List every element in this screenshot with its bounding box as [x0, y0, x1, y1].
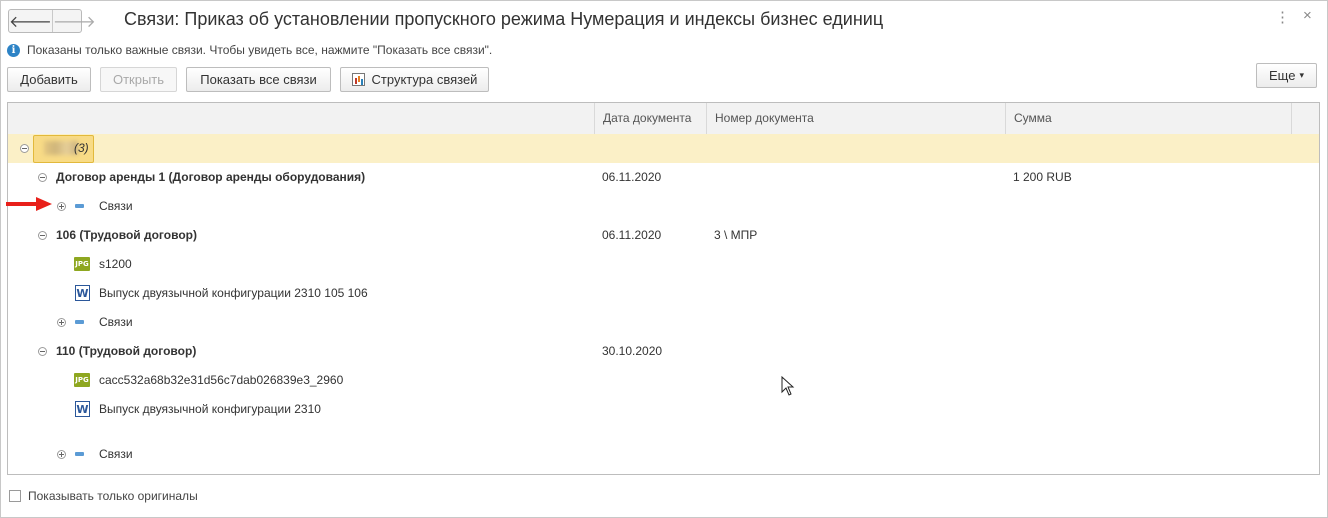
file-name: cacc532a68b32e31d56c7dab026839e3_2960: [99, 373, 344, 387]
show-originals-option[interactable]: Показывать только оригиналы: [9, 489, 198, 503]
document-number: 3 \ МПР: [714, 228, 758, 242]
document-date: 30.10.2020: [602, 344, 663, 358]
column-header-date[interactable]: Дата документа: [594, 103, 706, 134]
links-icon: [75, 452, 84, 456]
collapse-icon[interactable]: [38, 173, 47, 182]
info-message: i Показаны только важные связи. Чтобы ув…: [7, 43, 492, 57]
links-node-label: Связи: [99, 447, 133, 461]
table-row[interactable]: 106 (Трудовой договор) 06.11.2020 3 \ МП…: [8, 221, 1319, 250]
jpg-file-icon: JPG: [74, 373, 90, 387]
document-name: 106 (Трудовой договор): [56, 228, 197, 242]
open-button[interactable]: Открыть: [100, 67, 177, 92]
show-all-links-button[interactable]: Показать все связи: [186, 67, 331, 92]
jpg-file-icon: JPG: [74, 257, 90, 271]
table-row[interactable]: W Выпуск двуязычной конфигурации 2310: [8, 395, 1319, 424]
links-icon: [75, 204, 84, 208]
show-originals-checkbox[interactable]: [9, 490, 21, 502]
red-arrow-annotation: [6, 197, 52, 211]
table-row[interactable]: Связи: [8, 308, 1319, 337]
collapse-icon[interactable]: [38, 347, 47, 356]
file-name: Выпуск двуязычной конфигурации 2310: [99, 402, 321, 416]
more-button[interactable]: Еще ▾: [1256, 63, 1317, 88]
column-header-spacer: [1291, 103, 1319, 134]
word-file-icon: W: [75, 401, 90, 417]
table-row[interactable]: Связи: [8, 192, 1319, 221]
collapse-icon[interactable]: [20, 144, 29, 153]
expand-icon[interactable]: [57, 450, 66, 459]
document-sum: 1 200 RUB: [1013, 170, 1072, 184]
chevron-down-icon: ▾: [1299, 70, 1304, 80]
column-header-name[interactable]: [8, 103, 594, 134]
structure-chart-icon: [351, 73, 365, 86]
links-table: Дата документа Номер документа Сумма (3)…: [7, 102, 1320, 475]
info-text: Показаны только важные связи. Чтобы увид…: [27, 43, 493, 57]
table-row[interactable]: 110 (Трудовой договор) 30.10.2020: [8, 337, 1319, 366]
navigation-buttons: 🡐 🡒: [8, 9, 96, 33]
close-icon[interactable]: ×: [1303, 7, 1312, 24]
blurred-group-name: [44, 141, 78, 155]
links-structure-button[interactable]: Структура связей: [340, 67, 489, 92]
document-date: 06.11.2020: [602, 170, 662, 184]
collapse-icon[interactable]: [38, 231, 47, 240]
forward-icon[interactable]: 🡒: [51, 10, 96, 32]
table-row[interactable]: Связи: [8, 440, 1319, 469]
word-file-icon: W: [75, 285, 90, 301]
info-icon: i: [7, 43, 20, 57]
back-icon[interactable]: 🡐: [9, 10, 52, 32]
links-node-label: Связи: [99, 315, 133, 329]
show-originals-label[interactable]: Показывать только оригиналы: [28, 489, 198, 503]
table-row[interactable]: Договор аренды 1 (Договор аренды оборудо…: [8, 163, 1319, 192]
document-date: 06.11.2020: [602, 228, 662, 242]
document-name: Договор аренды 1 (Договор аренды оборудо…: [56, 170, 366, 184]
table-row[interactable]: JPG s1200: [8, 250, 1319, 279]
group-row[interactable]: (3): [8, 134, 1319, 163]
document-name: 110 (Трудовой договор): [56, 344, 197, 358]
file-name: Выпуск двуязычной конфигурации 2310 105 …: [99, 286, 368, 300]
group-count: (3): [74, 141, 89, 155]
links-node-label: Связи: [99, 199, 133, 213]
links-icon: [75, 320, 84, 324]
page-title: Связи: Приказ об установлении пропускног…: [124, 9, 884, 29]
table-header: Дата документа Номер документа Сумма: [8, 103, 1319, 135]
column-header-sum[interactable]: Сумма: [1005, 103, 1291, 134]
menu-icon[interactable]: ⋮: [1275, 8, 1290, 26]
links-structure-label: Структура связей: [371, 72, 478, 87]
table-row[interactable]: JPG cacc532a68b32e31d56c7dab026839e3_296…: [8, 366, 1319, 395]
more-label: Еще: [1269, 68, 1296, 83]
file-name: s1200: [99, 257, 132, 271]
table-row[interactable]: W Выпуск двуязычной конфигурации 2310 10…: [8, 279, 1319, 308]
column-header-number[interactable]: Номер документа: [706, 103, 1005, 134]
add-button[interactable]: Добавить: [7, 67, 91, 92]
mouse-cursor-icon: [781, 376, 795, 396]
expand-icon[interactable]: [57, 318, 66, 327]
expand-icon[interactable]: [57, 202, 66, 211]
